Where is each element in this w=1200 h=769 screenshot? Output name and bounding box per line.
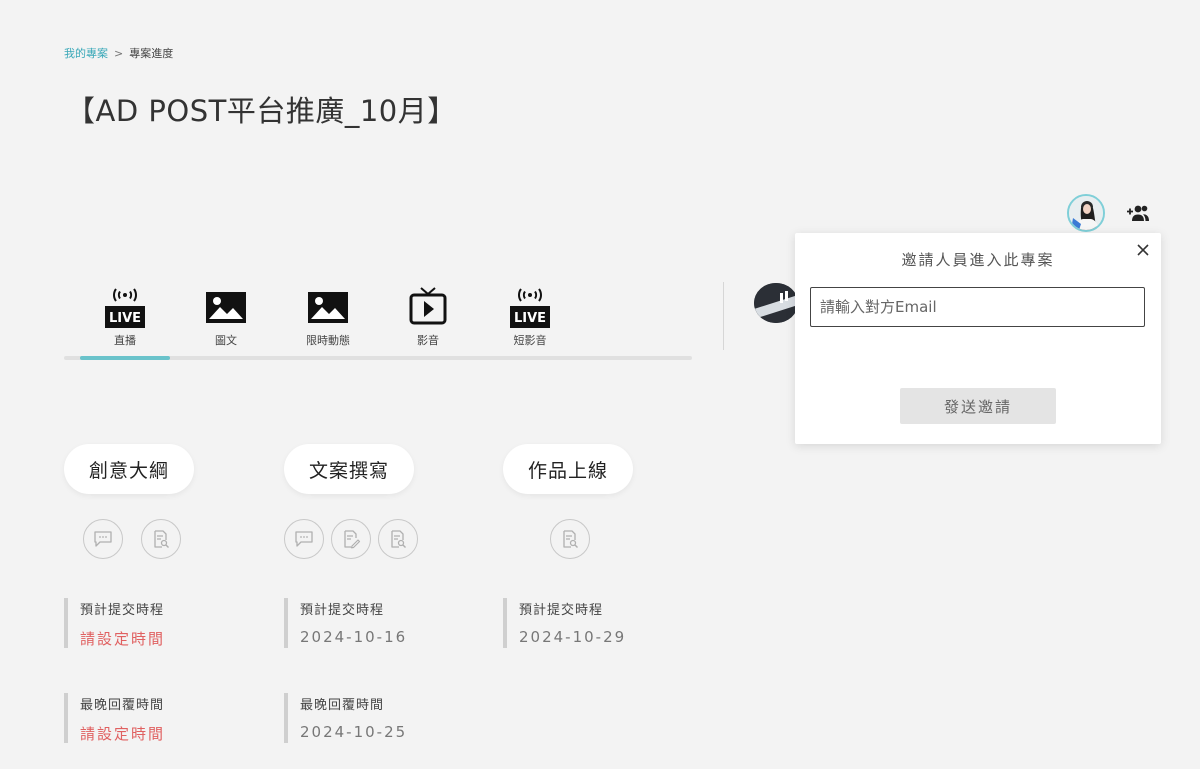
tab-label: 直播: [114, 334, 136, 347]
breadcrumb-separator: >: [114, 46, 124, 60]
document-search-icon: [563, 530, 578, 548]
submit-schedule: 預計提交時程 2024-10-16: [284, 598, 484, 648]
live-icon: LIVE: [105, 288, 145, 328]
submit-schedule: 預計提交時程 2024-10-29: [503, 598, 703, 648]
page-title: 【AD POST平台推廣_10月】: [66, 94, 457, 128]
reply-deadline-label: 最晚回覆時間: [80, 698, 165, 713]
reply-deadline-label: 最晚回覆時間: [300, 698, 385, 713]
breadcrumb: 我的專案 > 專案進度: [64, 45, 173, 61]
review-document-button[interactable]: [378, 519, 418, 559]
live-badge-text: LIVE: [514, 311, 546, 326]
tab-label: 圖文: [215, 334, 237, 347]
review-document-button[interactable]: [141, 519, 181, 559]
submit-schedule-value[interactable]: 2024-10-16: [300, 628, 484, 646]
submit-schedule-label: 預計提交時程: [80, 603, 165, 618]
comment-icon: [94, 531, 112, 547]
tv-play-icon: [409, 287, 447, 325]
tab-story[interactable]: 限時動態: [283, 285, 373, 353]
document-search-icon: [391, 530, 406, 548]
avatar-photo: [1069, 196, 1103, 230]
tab-video[interactable]: 影音: [383, 285, 473, 353]
breadcrumb-current: 專案進度: [129, 47, 174, 60]
submit-schedule-label: 預計提交時程: [519, 603, 604, 618]
edit-document-button[interactable]: [331, 519, 371, 559]
comment-icon: [295, 531, 313, 547]
stage-title[interactable]: 創意大綱: [64, 444, 195, 494]
comment-button[interactable]: [83, 519, 123, 559]
reply-deadline-value[interactable]: 2024-10-25: [300, 723, 484, 741]
reply-deadline: 最晚回覆時間 請設定時間: [64, 693, 264, 743]
image-icon: [308, 292, 348, 323]
document-search-icon: [154, 530, 169, 548]
tab-image-post[interactable]: 圖文: [181, 285, 271, 353]
review-document-button[interactable]: [550, 519, 590, 559]
tab-label: 影音: [417, 334, 439, 347]
influencer-thumbnail[interactable]: [754, 283, 798, 323]
image-icon: [206, 292, 246, 323]
tab-active-indicator: [80, 356, 170, 360]
email-input[interactable]: [810, 287, 1145, 327]
modal-title: 邀請人員進入此專案: [901, 251, 1055, 269]
thumbnail-image: [754, 283, 798, 323]
submit-schedule-label: 預計提交時程: [300, 603, 385, 618]
live-badge-text: LIVE: [109, 311, 141, 326]
send-invite-button[interactable]: 發送邀請: [900, 388, 1056, 424]
content-type-tabs: LIVE 直播 圖文 限時動態 影音 LIVE 短影音: [64, 285, 692, 361]
tab-label: 限時動態: [306, 334, 350, 347]
stage-title[interactable]: 文案撰寫: [284, 444, 415, 494]
member-avatar[interactable]: [1067, 194, 1105, 232]
tab-short-video[interactable]: LIVE 短影音: [485, 285, 575, 353]
submit-schedule-value[interactable]: 請設定時間: [80, 628, 264, 649]
invite-member-modal: 邀請人員進入此專案 發送邀請: [795, 233, 1161, 444]
close-icon[interactable]: [1135, 242, 1151, 258]
reply-deadline-value[interactable]: 請設定時間: [80, 723, 264, 744]
stage-title[interactable]: 作品上線: [503, 444, 634, 494]
submit-schedule-value[interactable]: 2024-10-29: [519, 628, 703, 646]
comment-button[interactable]: [284, 519, 324, 559]
breadcrumb-my-projects-link[interactable]: 我的專案: [64, 45, 108, 61]
document-edit-icon: [344, 530, 361, 549]
tab-live[interactable]: LIVE 直播: [80, 285, 170, 353]
tab-label: 短影音: [513, 334, 547, 347]
add-member-icon[interactable]: [1124, 203, 1150, 223]
submit-schedule: 預計提交時程 請設定時間: [64, 598, 264, 648]
live-icon: LIVE: [510, 288, 550, 328]
vertical-divider: [723, 282, 724, 350]
reply-deadline: 最晚回覆時間 2024-10-25: [284, 693, 484, 743]
